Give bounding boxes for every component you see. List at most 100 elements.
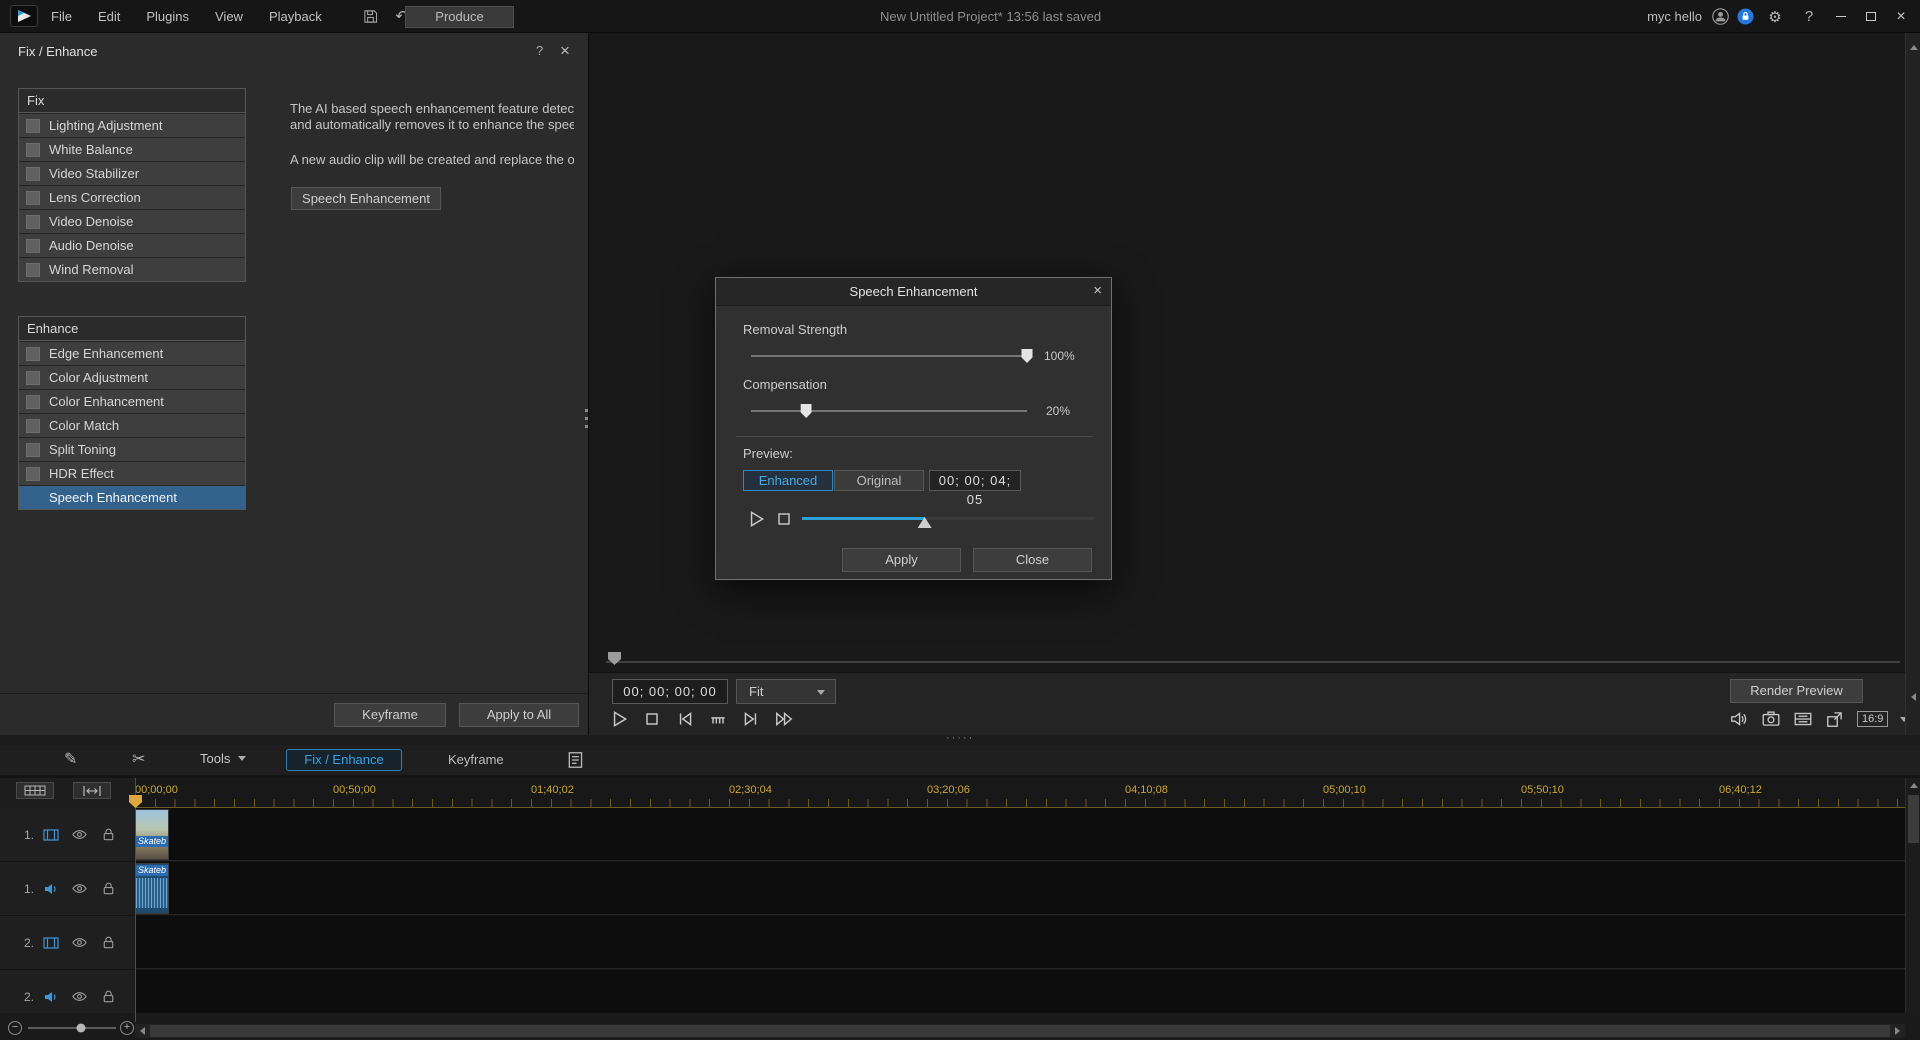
checkbox[interactable]: [26, 419, 40, 433]
apply-to-all-button[interactable]: Apply to All: [459, 703, 579, 727]
close-dialog-button[interactable]: Close: [973, 548, 1092, 572]
panel-close-icon[interactable]: ×: [560, 41, 570, 61]
timeline-horizontal-scrollbar[interactable]: [135, 1024, 1905, 1038]
account-badge-icon[interactable]: [1737, 8, 1754, 25]
track-2-video-lane[interactable]: [135, 916, 1905, 969]
timeline-zoom-slider[interactable]: [28, 1027, 116, 1029]
panel-resize-grip[interactable]: [585, 409, 588, 431]
slider-handle[interactable]: [801, 404, 812, 418]
dialog-progress-slider[interactable]: [802, 517, 1094, 520]
lock-icon[interactable]: [100, 826, 117, 843]
pencil-tool-icon[interactable]: ✎: [64, 749, 77, 769]
list-item-white-balance[interactable]: White Balance: [19, 138, 245, 161]
checkbox[interactable]: [26, 239, 40, 253]
checkbox[interactable]: [26, 371, 40, 385]
original-tab[interactable]: Original: [834, 470, 924, 491]
split-scissors-icon[interactable]: ✂: [132, 749, 145, 769]
list-item-hdr-effect[interactable]: HDR Effect: [19, 462, 245, 485]
fast-forward-button[interactable]: [774, 709, 794, 729]
script-notes-icon[interactable]: [566, 750, 586, 770]
checkbox[interactable]: [26, 443, 40, 457]
timeline-playhead-line[interactable]: [135, 778, 136, 1022]
checkbox[interactable]: [26, 215, 40, 229]
list-item-edge-enhancement[interactable]: Edge Enhancement: [19, 342, 245, 365]
preview-timecode[interactable]: 00; 00; 00; 00: [612, 679, 728, 704]
preview-scrub-bar[interactable]: [606, 661, 1900, 663]
menu-view[interactable]: View: [202, 0, 256, 33]
list-item-speech-enhancement[interactable]: Speech Enhancement: [19, 486, 245, 509]
checkbox[interactable]: [26, 491, 40, 505]
avatar-icon[interactable]: [1712, 8, 1729, 25]
menu-playback[interactable]: Playback: [256, 0, 335, 33]
scroll-up-button[interactable]: [1906, 778, 1920, 793]
video-track-icon[interactable]: [42, 826, 60, 844]
checkbox[interactable]: [26, 395, 40, 409]
help-icon[interactable]: ?: [1796, 8, 1822, 25]
next-frame-button[interactable]: [741, 709, 761, 729]
dialog-close-icon[interactable]: ×: [1093, 282, 1102, 299]
lock-icon[interactable]: [100, 934, 117, 951]
menu-plugins[interactable]: Plugins: [133, 0, 202, 33]
tools-dropdown[interactable]: Tools: [200, 751, 246, 766]
zoom-out-button[interactable]: −: [8, 1021, 22, 1035]
list-item-video-stabilizer[interactable]: Video Stabilizer: [19, 162, 245, 185]
video-clip[interactable]: Skateb: [135, 809, 169, 860]
enhanced-tab[interactable]: Enhanced: [743, 470, 833, 491]
checkbox[interactable]: [26, 143, 40, 157]
checkbox[interactable]: [26, 167, 40, 181]
dialog-stop-button[interactable]: [774, 509, 794, 529]
zoom-slider-handle[interactable]: [76, 1024, 85, 1033]
zoom-in-button[interactable]: +: [120, 1021, 134, 1035]
volume-icon[interactable]: [1729, 709, 1749, 729]
save-icon[interactable]: [363, 9, 389, 24]
checkbox[interactable]: [26, 347, 40, 361]
list-item-lighting-adjustment[interactable]: Lighting Adjustment: [19, 114, 245, 137]
scrollbar-thumb[interactable]: [150, 1025, 1890, 1037]
speech-enhancement-button[interactable]: Speech Enhancement: [291, 187, 441, 210]
account-name[interactable]: myc hello: [1647, 9, 1702, 24]
play-button[interactable]: [609, 709, 629, 729]
eye-icon[interactable]: [71, 934, 88, 951]
minimize-button[interactable]: [1830, 0, 1852, 33]
snapshot-camera-icon[interactable]: [1761, 709, 1781, 729]
tab-keyframe[interactable]: Keyframe: [448, 752, 504, 767]
preview-playhead[interactable]: [608, 652, 621, 665]
eye-icon[interactable]: [71, 880, 88, 897]
tab-fix-enhance[interactable]: Fix / Enhance: [286, 749, 402, 771]
audio-clip[interactable]: Skateb: [135, 863, 169, 914]
list-item-color-match[interactable]: Color Match: [19, 414, 245, 437]
dialog-play-button[interactable]: [746, 509, 766, 529]
previous-frame-button[interactable]: [675, 709, 695, 729]
close-button[interactable]: ×: [1890, 0, 1912, 33]
render-preview-button[interactable]: Render Preview: [1730, 679, 1863, 703]
list-item-wind-removal[interactable]: Wind Removal: [19, 258, 245, 281]
panel-help-icon[interactable]: ?: [536, 43, 543, 58]
track-1-video-lane[interactable]: Skateb: [135, 808, 1905, 861]
keyframe-button[interactable]: Keyframe: [334, 703, 446, 727]
lock-icon[interactable]: [100, 880, 117, 897]
track-manager-button[interactable]: [16, 782, 54, 799]
panel-splitter[interactable]: ·····: [0, 735, 1920, 745]
audio-track-icon[interactable]: [42, 880, 60, 898]
fit-timeline-button[interactable]: [73, 782, 111, 799]
removal-strength-slider[interactable]: [751, 355, 1027, 357]
lock-icon[interactable]: [100, 988, 117, 1005]
stop-button[interactable]: [642, 709, 662, 729]
list-item-color-enhancement[interactable]: Color Enhancement: [19, 390, 245, 413]
settings-gear-icon[interactable]: ⚙: [1762, 8, 1788, 26]
collapse-panel-arrow[interactable]: [1906, 685, 1920, 709]
strip-scroll-up[interactable]: [1906, 35, 1920, 59]
audio-track-icon[interactable]: [42, 988, 60, 1006]
eye-icon[interactable]: [71, 826, 88, 843]
menu-file[interactable]: File: [38, 0, 85, 33]
checkbox[interactable]: [26, 191, 40, 205]
undock-preview-icon[interactable]: [1825, 709, 1845, 729]
apply-button[interactable]: Apply: [842, 548, 961, 572]
menu-edit[interactable]: Edit: [85, 0, 133, 33]
track-1-audio-lane[interactable]: Skateb: [135, 862, 1905, 915]
video-track-icon[interactable]: [42, 934, 60, 952]
timeline-ruler[interactable]: 00;00;00 00;50;00 01;40;02 02;30;04 03;2…: [135, 778, 1905, 808]
eye-icon[interactable]: [71, 988, 88, 1005]
slider-handle[interactable]: [1022, 349, 1033, 363]
zoom-mode-dropdown[interactable]: Fit: [736, 679, 836, 704]
